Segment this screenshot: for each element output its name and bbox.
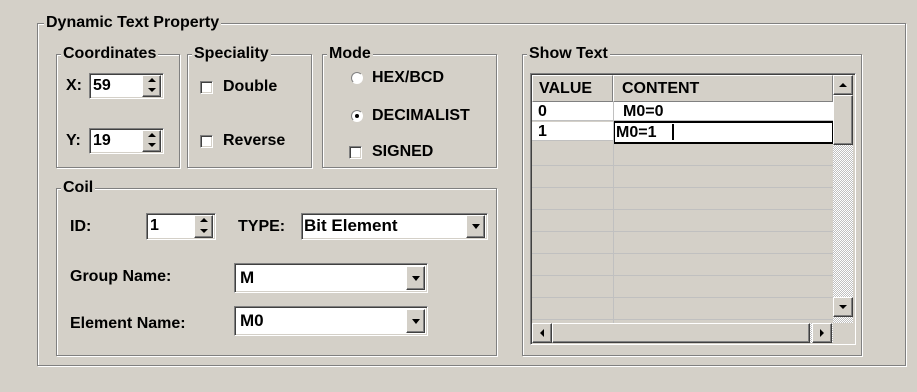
hex-bcd-label[interactable]: HEX/BCD [372,68,444,88]
row-value-cell: 0 [538,103,547,120]
signed-label[interactable]: SIGNED [372,142,433,162]
content-edit-text[interactable]: M0=1 [616,123,656,142]
content-edit-cell[interactable]: M0=1 [613,121,834,144]
column-header-value[interactable]: VALUE [532,75,613,102]
scroll-left-button[interactable] [532,323,552,343]
coil-title: Coil [61,178,96,198]
spin-up-icon[interactable] [147,78,156,82]
signed-checkbox[interactable] [349,146,362,159]
group-name-combobox[interactable]: M [234,263,428,293]
empty-grid-rows [532,144,833,325]
element-name-value: M0 [240,311,264,330]
column-divider [613,102,614,325]
decimalist-radio[interactable] [351,110,363,122]
group-name-label: Group Name: [70,268,172,285]
type-value: Bit Element [304,216,398,235]
show-text-grid[interactable]: VALUE CONTENT 0 M0=0 1 M0=1 [530,73,856,345]
arrow-down-icon[interactable] [839,305,847,309]
mode-title: Mode [327,44,373,64]
chevron-down-icon[interactable] [411,275,420,281]
radio-selected-dot-icon [355,114,359,118]
group-name-value: M [240,268,255,287]
arrow-right-icon[interactable] [820,329,824,337]
id-spin-button[interactable] [194,215,213,238]
row-value-cell: 1 [538,123,547,140]
scroll-right-button[interactable] [812,323,832,343]
scroll-up-button[interactable] [833,75,853,95]
type-label: TYPE: [238,218,286,235]
spin-down-icon[interactable] [147,143,156,147]
vertical-scrollbar[interactable] [833,75,853,323]
id-label: ID: [70,218,92,235]
y-coordinate-field[interactable]: 19 [89,128,164,154]
chevron-down-icon[interactable] [411,318,420,324]
scrollbar-corner [833,323,853,343]
element-name-combobox[interactable]: M0 [234,306,428,336]
y-spin-button[interactable] [142,130,161,152]
arrow-left-icon[interactable] [540,329,544,337]
x-coordinate-value: 59 [93,77,111,94]
grid-body: 0 M0=0 1 M0=1 [532,102,834,325]
text-cursor [672,124,674,140]
horizontal-scroll-thumb[interactable] [552,323,810,343]
element-name-dropdown-button[interactable] [406,309,425,333]
row-content-cell: M0=0 [623,103,664,120]
decimalist-label[interactable]: DECIMALIST [372,106,470,126]
show-text-title: Show Text [527,44,610,64]
chevron-down-icon[interactable] [471,224,480,229]
scroll-down-button[interactable] [833,297,853,317]
type-dropdown-button[interactable] [466,215,485,238]
group-name-dropdown-button[interactable] [406,266,425,290]
table-row[interactable]: 0 M0=0 [532,102,833,121]
id-field[interactable]: 1 [146,213,216,240]
double-label[interactable]: Double [223,77,277,97]
x-coordinate-field[interactable]: 59 [89,73,164,99]
element-name-label: Element Name: [70,315,186,332]
spin-down-icon[interactable] [199,229,208,233]
vertical-scroll-thumb[interactable] [833,95,853,145]
y-coordinate-value: 19 [93,132,111,149]
speciality-title: Speciality [192,44,271,64]
x-label: X: [66,77,82,94]
horizontal-scrollbar[interactable] [532,323,833,343]
x-spin-button[interactable] [142,75,161,97]
spin-up-icon[interactable] [147,133,156,137]
spin-down-icon[interactable] [147,88,156,92]
hex-bcd-radio[interactable] [351,72,363,84]
double-checkbox[interactable] [200,81,213,94]
reverse-label[interactable]: Reverse [223,131,285,151]
y-label: Y: [66,132,81,149]
column-header-content[interactable]: CONTENT [613,75,833,102]
type-combobox[interactable]: Bit Element [301,213,488,240]
dynamic-text-property-title: Dynamic Text Property [44,13,222,33]
reverse-checkbox[interactable] [200,135,213,148]
arrow-up-icon[interactable] [839,83,847,87]
id-value: 1 [150,217,159,234]
coordinates-title: Coordinates [61,44,159,64]
spin-up-icon[interactable] [199,218,208,222]
